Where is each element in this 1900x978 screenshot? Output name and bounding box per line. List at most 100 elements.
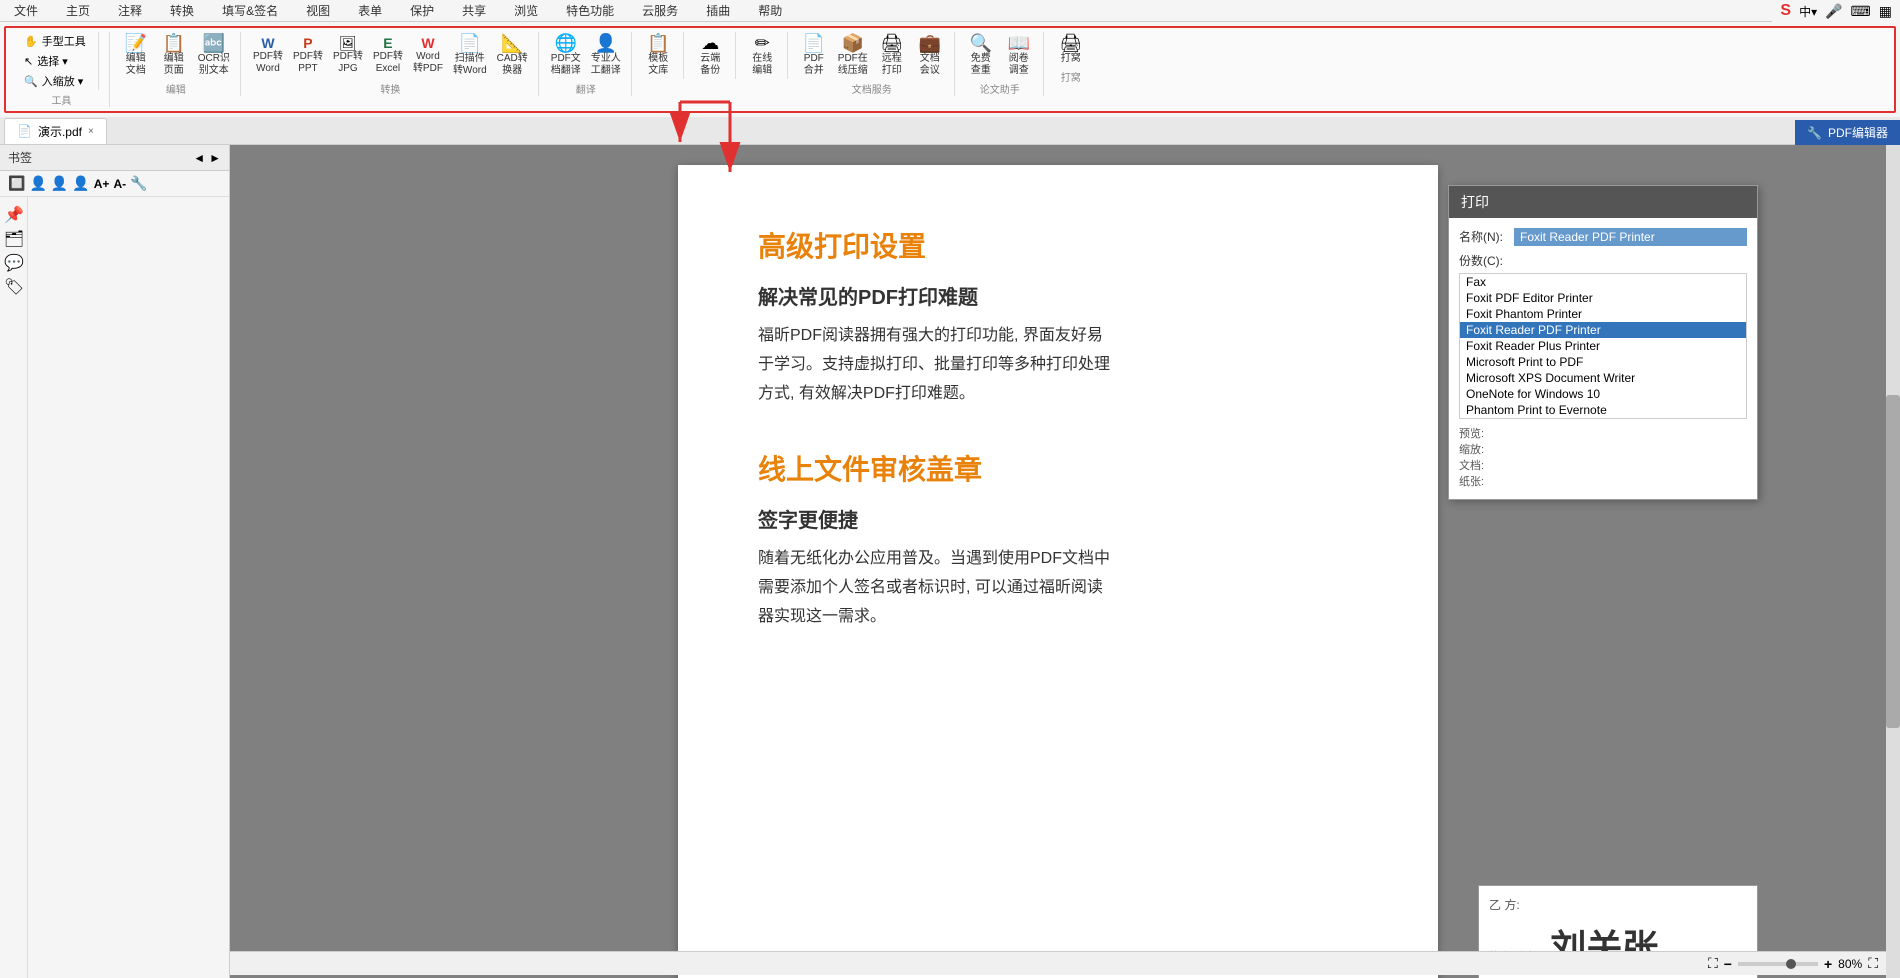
menu-item-share[interactable]: 共享 (456, 0, 492, 21)
ribbon-translate-section: 🌐 PDF文档翻译 👤 专业人工翻译 翻译 (541, 32, 632, 96)
sidebar-header-icons: ◄ ► (193, 151, 221, 165)
menu-item-form[interactable]: 表单 (352, 0, 388, 21)
translate-section-label: 翻译 (576, 81, 596, 96)
zoom-plus-btn[interactable]: + (1824, 956, 1832, 972)
printer-foxit-reader-plus[interactable]: Foxit Reader Plus Printer (1460, 338, 1746, 354)
check-repeat-btn[interactable]: 🔍 免费查重 (963, 32, 999, 79)
section2-body: 随着无纸化办公应用普及。当遇到使用PDF文档中 需要添加个人签名或者标识时, 可… (758, 545, 1358, 631)
cloud-backup-btn[interactable]: ☁ 云端备份 (692, 32, 728, 79)
menu-item-help[interactable]: 帮助 (752, 0, 788, 21)
print-label: 打窝 (1061, 53, 1081, 65)
ribbon-convert-buttons: W PDF转Word P PDF转PPT 🖼 PDF转JPG E PDF转Exc… (249, 32, 532, 79)
menu-item-protect[interactable]: 保护 (404, 0, 440, 21)
menu-item-browse[interactable]: 浏览 (508, 0, 544, 21)
sidebar-tool-2[interactable]: 👤 (29, 175, 46, 192)
pdf-compress-label: PDF在线压缩 (838, 53, 868, 77)
sidebar-tool-size-up[interactable]: A+ (94, 177, 110, 191)
edit-doc-btn[interactable]: 📝 编辑文档 (118, 32, 154, 79)
printer-foxit-editor[interactable]: Foxit PDF Editor Printer (1460, 290, 1746, 306)
menu-item-annotation[interactable]: 注释 (112, 0, 148, 21)
fullscreen-icon[interactable]: ⛶ (1868, 955, 1878, 972)
print-doc-row: 文档: (1459, 457, 1747, 473)
reading-survey-btn[interactable]: 📖 阅卷调查 (1001, 32, 1037, 79)
word-pdf-icon: W (421, 36, 434, 50)
pdf-merge-btn[interactable]: 📄 PDF合并 (796, 32, 832, 79)
menu-item-home[interactable]: 主页 (60, 0, 96, 21)
remote-print-btn[interactable]: 🖨 远程打印 (874, 32, 910, 79)
menu-item-plugin[interactable]: 插曲 (700, 0, 736, 21)
sidebar-tool-size-down[interactable]: A- (113, 177, 126, 191)
keyboard-icon[interactable]: ⌨ (1851, 3, 1871, 20)
hand-tool-btn[interactable]: ✋ 手型工具 (20, 32, 90, 50)
pdf-editor-btn[interactable]: 🔧 PDF编辑器 (1795, 120, 1900, 145)
zoom-expand-icon[interactable]: ⛶ (1708, 955, 1718, 972)
sidebar-tool-settings[interactable]: 🔧 (130, 175, 147, 192)
online-edit-btn[interactable]: ✏ 在线编辑 (744, 32, 780, 79)
select-btn[interactable]: ↖ 选择 ▾ (20, 52, 90, 70)
sidebar-icon-4[interactable]: 🏷 (4, 277, 24, 297)
scan-word-icon: 📄 (459, 34, 481, 52)
printer-ms-xps[interactable]: Microsoft XPS Document Writer (1460, 370, 1746, 386)
section2-subtitle: 签字更便捷 (758, 504, 1358, 533)
scrollbar-thumb[interactable] (1886, 395, 1900, 728)
menu-item-convert[interactable]: 转换 (164, 0, 200, 21)
ribbon-online-section: ✏ 在线编辑 (738, 32, 788, 79)
human-translate-icon: 👤 (595, 34, 617, 52)
pdf-to-ppt-btn[interactable]: P PDF转PPT (289, 32, 327, 79)
menu-item-cloud[interactable]: 云服务 (636, 0, 684, 21)
print-copies-label: 份数(C): (1459, 252, 1514, 269)
menu-item-file[interactable]: 文件 (8, 0, 44, 21)
pdf-area[interactable]: 高级打印设置 解决常见的PDF打印难题 福昕PDF阅读器拥有强大的打印功能, 界… (230, 145, 1886, 978)
sidebar-tool-3[interactable]: 👤 (51, 175, 68, 192)
zoom-minus-btn[interactable]: − (1724, 956, 1732, 972)
printer-foxit-phantom[interactable]: Foxit Phantom Printer (1460, 306, 1746, 322)
menu-item-sign[interactable]: 填写&签名 (216, 0, 284, 21)
convert-section-label: 转换 (380, 81, 400, 96)
printer-foxit-reader[interactable]: Foxit Reader PDF Printer (1460, 322, 1746, 338)
pdf-compress-btn[interactable]: 📦 PDF在线压缩 (834, 32, 872, 79)
zoom-btn[interactable]: 🔍 入缩放 ▾ (20, 72, 90, 90)
pdf-translate-btn[interactable]: 🌐 PDF文档翻译 (547, 32, 585, 79)
print-name-dropdown[interactable]: Foxit Reader PDF Printer (1514, 228, 1747, 246)
pdf-to-excel-btn[interactable]: E PDF转Excel (369, 32, 407, 79)
hand-icon: ✋ (24, 35, 38, 48)
ribbon-docservice-buttons: 📄 PDF合并 📦 PDF在线压缩 🖨 远程打印 💼 文档会议 (796, 32, 948, 79)
template-btn[interactable]: 📋 模板文库 (640, 32, 676, 79)
pdf-compress-icon: 📦 (842, 34, 864, 52)
printer-onenote[interactable]: OneNote for Windows 10 (1460, 386, 1746, 402)
scrollbar-area[interactable] (1886, 145, 1900, 978)
ribbon-convert-section: W PDF转Word P PDF转PPT 🖼 PDF转JPG E PDF转Exc… (243, 32, 539, 96)
sidebar-icon-3[interactable]: 💬 (4, 253, 24, 273)
zoom-value: 80% (1838, 957, 1862, 971)
tab-strip: 📄 演示.pdf × (0, 117, 1900, 145)
sidebar-icon-2[interactable]: 🗂 (4, 229, 24, 249)
edit-page-btn[interactable]: 📋 编辑页面 (156, 32, 192, 79)
printer-phantom-evernote[interactable]: Phantom Print to Evernote (1460, 402, 1746, 418)
sidebar-icon-1[interactable]: 📌 (4, 205, 24, 225)
scan-to-word-btn[interactable]: 📄 扫描件转Word (449, 32, 491, 79)
print-btn[interactable]: 🖨 打窝 (1053, 32, 1089, 67)
layout-icon[interactable]: ▦ (1879, 3, 1892, 20)
cad-convert-btn[interactable]: 📐 CAD转换器 (493, 32, 532, 79)
pdf-to-jpg-btn[interactable]: 🖼 PDF转JPG (329, 32, 367, 79)
sidebar-tool-4[interactable]: 👤 (72, 175, 89, 192)
zoom-slider[interactable] (1738, 962, 1818, 966)
doc-meeting-btn[interactable]: 💼 文档会议 (912, 32, 948, 79)
printer-ms-pdf[interactable]: Microsoft Print to PDF (1460, 354, 1746, 370)
sidebar-prev-btn[interactable]: ◄ (193, 151, 205, 165)
tab-close-btn[interactable]: × (88, 126, 94, 137)
sidebar-tool-1[interactable]: 🔲 (8, 175, 25, 192)
ribbon-ai-section: 🔍 免费查重 📖 阅卷调查 论文助手 (957, 32, 1044, 96)
template-icon: 📋 (647, 34, 669, 52)
pdf-to-word-btn[interactable]: W PDF转Word (249, 32, 287, 79)
human-translate-btn[interactable]: 👤 专业人工翻译 (587, 32, 625, 79)
pdf-tab[interactable]: 📄 演示.pdf × (4, 118, 107, 144)
sidebar-next-btn[interactable]: ► (209, 151, 221, 165)
ocr-btn[interactable]: 🔤 OCR识别文本 (194, 32, 234, 79)
menu-item-special[interactable]: 特色功能 (560, 0, 620, 21)
word-to-pdf-btn[interactable]: W Word转PDF (409, 32, 447, 79)
printer-fax[interactable]: Fax (1460, 274, 1746, 290)
lang-switch[interactable]: 中▾ (1799, 3, 1817, 20)
mic-icon[interactable]: 🎤 (1825, 3, 1842, 20)
menu-item-view[interactable]: 视图 (300, 0, 336, 21)
